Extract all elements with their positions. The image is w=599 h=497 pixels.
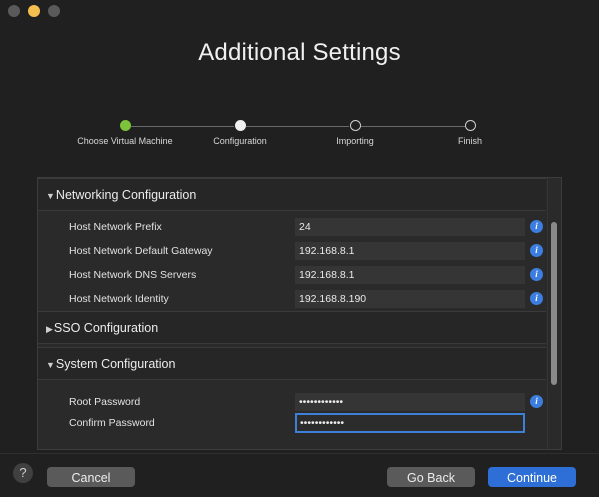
section-header-sso[interactable]: ▶SSO Configuration: [38, 311, 546, 344]
info-icon[interactable]: i: [530, 268, 543, 281]
step-label: Choose Virtual Machine: [77, 136, 173, 146]
step-finish: Finish: [420, 118, 520, 147]
dialog-title: Additional Settings: [198, 39, 401, 66]
question-mark-icon[interactable]: ?: [13, 463, 33, 483]
step-importing: Importing: [305, 118, 405, 147]
row-host-network-identity: Host Network Identity i: [38, 289, 546, 313]
field-label: Host Network Default Gateway: [69, 245, 213, 257]
dialog-window: Additional Settings Choose Virtual Machi…: [0, 0, 599, 497]
continue-button[interactable]: Continue: [488, 467, 576, 487]
field-label: Host Network DNS Servers: [69, 269, 197, 281]
host-network-gateway-input[interactable]: [295, 242, 525, 260]
step-current-indicator: [234, 120, 246, 131]
settings-panel: ▼Networking Configuration Host Network P…: [37, 177, 562, 450]
section-title: System Configuration: [55, 357, 176, 371]
go-back-button[interactable]: Go Back: [387, 467, 475, 487]
field-label: Root Password: [69, 396, 141, 408]
step-choose-vm: Choose Virtual Machine: [75, 118, 175, 147]
section-header-system[interactable]: ▼System Configuration: [38, 347, 546, 380]
close-window-button[interactable]: [8, 5, 20, 17]
cancel-button[interactable]: Cancel: [47, 467, 135, 487]
row-host-network-gateway: Host Network Default Gateway i: [38, 241, 546, 265]
row-host-network-dns: Host Network DNS Servers i: [38, 265, 546, 289]
section-title: SSO Configuration: [53, 321, 159, 335]
field-label: Host Network Identity: [69, 293, 169, 305]
info-icon[interactable]: i: [530, 395, 543, 408]
scrollbar-thumb[interactable]: [551, 222, 557, 385]
field-label: Host Network Prefix: [69, 221, 162, 233]
step-label: Importing: [336, 136, 374, 146]
step-pending-indicator: [349, 120, 361, 131]
step-done-indicator: [119, 120, 131, 131]
confirm-password-input[interactable]: [295, 413, 525, 433]
section-title: Networking Configuration: [55, 188, 197, 202]
root-password-input[interactable]: [295, 393, 525, 411]
minimize-window-button[interactable]: [28, 5, 40, 17]
triangle-down-icon: ▼: [46, 191, 55, 201]
progress-stepper: Choose Virtual Machine Configuration Imp…: [0, 118, 599, 158]
host-network-dns-input[interactable]: [295, 266, 525, 284]
row-host-network-prefix: Host Network Prefix i: [38, 217, 546, 241]
step-label: Configuration: [213, 136, 267, 146]
step-configuration: Configuration: [190, 118, 290, 147]
info-icon[interactable]: i: [530, 244, 543, 257]
field-label: Confirm Password: [69, 417, 155, 429]
section-header-networking[interactable]: ▼Networking Configuration: [38, 178, 546, 211]
triangle-down-icon: ▼: [46, 360, 55, 370]
host-network-identity-input[interactable]: [295, 290, 525, 308]
step-label: Finish: [457, 136, 482, 146]
host-network-prefix-input[interactable]: [295, 218, 525, 236]
triangle-right-icon: ▶: [46, 324, 53, 334]
info-icon[interactable]: i: [530, 292, 543, 305]
step-pending-indicator: [464, 120, 476, 131]
row-confirm-password: Confirm Password: [38, 413, 546, 437]
window-controls: [8, 5, 60, 17]
info-icon[interactable]: i: [530, 220, 543, 233]
maximize-window-button[interactable]: [48, 5, 60, 17]
